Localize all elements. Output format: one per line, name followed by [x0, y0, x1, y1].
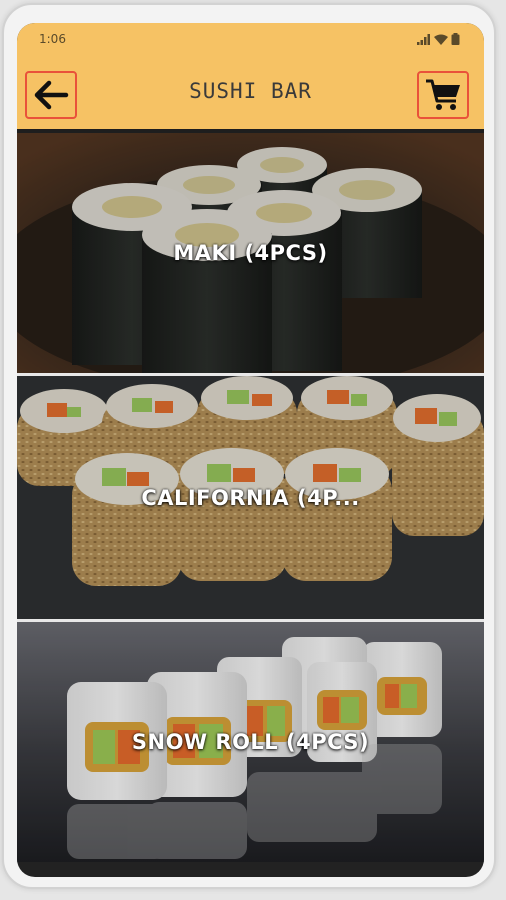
page-title: SUSHI BAR [189, 79, 312, 103]
menu-list: MAKI (4PCS) CALIFORNIA (4P... SNOW ROLL … [17, 133, 484, 862]
menu-item-label: SNOW ROLL (4PCS) [131, 730, 370, 754]
wifi-icon [434, 34, 448, 45]
menu-item-maki[interactable]: MAKI (4PCS) [17, 133, 484, 376]
status-bar: 1:06 [17, 23, 484, 61]
menu-item-california[interactable]: CALIFORNIA (4P... [17, 376, 484, 622]
menu-item-label: CALIFORNIA (4P... [141, 485, 360, 510]
menu-item-label: MAKI (4PCS) [173, 241, 328, 265]
menu-item-snow-roll[interactable]: SNOW ROLL (4PCS) [17, 622, 484, 862]
battery-icon [451, 33, 460, 45]
cart-button[interactable] [417, 71, 469, 119]
phone-frame: 1:06 SUSHI BAR MAKI (4PCS) CALIFORNIA (4… [2, 3, 496, 889]
signal-icon [417, 34, 430, 45]
status-time: 1:06 [39, 32, 66, 46]
app-screen: 1:06 SUSHI BAR MAKI (4PCS) CALIFORNIA (4… [17, 23, 484, 877]
app-bar: SUSHI BAR [17, 61, 484, 133]
status-icons [417, 33, 460, 45]
shopping-cart-icon [426, 79, 460, 110]
